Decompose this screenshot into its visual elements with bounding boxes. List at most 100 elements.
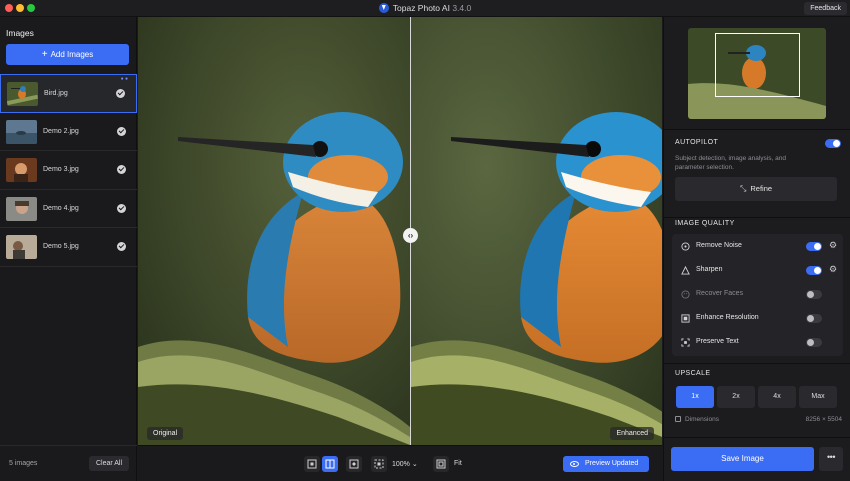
clear-all-button[interactable]: Clear All (89, 456, 129, 471)
title-bar: Topaz Photo AI 3.4.0 Feedback (0, 0, 850, 17)
single-view-icon (307, 459, 317, 469)
enhanced-pane: Enhanced (411, 17, 662, 445)
zoom-value: 100% (392, 461, 410, 468)
single-view-button[interactable] (304, 456, 320, 472)
sharpen-settings-gear-icon[interactable]: ⚙ (829, 264, 837, 275)
list-item-demo5[interactable]: Demo 5.jpg (0, 228, 137, 267)
dimensions-label: Dimensions (685, 416, 719, 423)
thumbnail-demo5 (6, 235, 37, 259)
canvas-toolbar: 100% ⌄ Fit Preview Updated (138, 445, 662, 481)
list-item-demo3[interactable]: Demo 3.jpg (0, 151, 137, 190)
remove-noise-row[interactable]: Remove Noise ⚙ (672, 234, 843, 258)
image-count: 5 images (9, 460, 38, 467)
compare-handle[interactable]: ‹› (403, 228, 418, 243)
split-view-icon (325, 459, 335, 469)
text-icon (681, 338, 690, 347)
processed-check-icon (117, 242, 126, 251)
remove-noise-settings-gear-icon[interactable]: ⚙ (829, 240, 837, 251)
image-canvas[interactable]: Original Enhanced ‹› (138, 17, 662, 445)
app-title: Topaz Photo AI 3.4.0 (0, 3, 850, 13)
preview-updated-button[interactable]: Preview Updated (563, 456, 649, 472)
original-image (138, 17, 410, 445)
autopilot-toggle[interactable] (825, 139, 841, 148)
upscale-2x-button[interactable]: 2x (717, 386, 755, 408)
original-label: Original (147, 427, 184, 440)
save-area: Save Image ••• (664, 437, 850, 481)
enhance-resolution-row[interactable]: Enhance Resolution (672, 306, 843, 330)
processed-check-icon (117, 126, 126, 136)
navigator-preview[interactable] (688, 28, 826, 119)
sharpen-toggle[interactable] (806, 266, 822, 275)
recover-faces-row[interactable]: Recover Faces (672, 282, 843, 306)
sidebar-footer: 5 images Clear All (0, 445, 137, 481)
upscale-4x-button[interactable]: 4x (758, 386, 796, 408)
fit-button[interactable] (433, 456, 449, 472)
thumbnail-demo4 (6, 196, 37, 221)
image-name: Demo 2.jpg (43, 127, 79, 135)
autopilot-section: AUTOPILOT Subject detection, image analy… (664, 129, 850, 217)
zoom-icon (374, 459, 384, 469)
remove-noise-toggle[interactable] (806, 242, 822, 251)
preview-label: Preview Updated (585, 460, 639, 467)
processed-check-icon (117, 165, 126, 174)
autopilot-description: Subject detection, image analysis, and p… (675, 155, 786, 171)
upscale-title: UPSCALE (675, 370, 711, 377)
enhance-resolution-label: Enhance Resolution (696, 314, 759, 321)
viewport-rectangle[interactable] (715, 33, 800, 97)
thumbnail-demo3 (6, 158, 37, 182)
face-icon (681, 290, 690, 299)
upscale-1x-button[interactable]: 1x (676, 386, 714, 408)
fit-icon (436, 459, 446, 469)
sharpen-label: Sharpen (696, 266, 723, 273)
autopilot-title: AUTOPILOT (675, 139, 719, 146)
list-item-demo4[interactable]: Demo 4.jpg (0, 190, 137, 228)
recover-faces-toggle[interactable] (806, 290, 822, 299)
dimensions-value: 8256 × 5504 (805, 416, 842, 423)
image-name: Demo 3.jpg (43, 166, 79, 173)
split-view-button[interactable] (322, 456, 338, 472)
app-version: 3.4.0 (452, 3, 472, 13)
image-quality-box: Remove Noise ⚙ Sharpen ⚙ Recover Faces E… (672, 234, 843, 356)
processed-check-icon (117, 203, 126, 213)
preserve-text-label: Preserve Text (696, 338, 739, 345)
thumbnail-bird (7, 82, 38, 106)
refine-icon: ⤡ (739, 184, 747, 193)
add-images-button[interactable]: + Add Images (6, 44, 129, 65)
preserve-text-row[interactable]: Preserve Text (672, 330, 843, 354)
upscale-max-button[interactable]: Max (799, 386, 837, 408)
processed-check-icon (116, 89, 125, 98)
image-quality-title: IMAGE QUALITY (675, 220, 735, 227)
refine-label: Refine (750, 184, 773, 193)
enhance-resolution-toggle[interactable] (806, 314, 822, 323)
noise-icon (681, 242, 690, 251)
drag-dots-icon: ● ● (120, 76, 128, 82)
remove-noise-label: Remove Noise (696, 242, 742, 249)
add-images-label: Add Images (50, 50, 94, 59)
enhanced-image (411, 17, 662, 445)
recover-faces-label: Recover Faces (696, 290, 744, 297)
more-options-button[interactable]: ••• (819, 447, 843, 471)
triangle-icon (681, 266, 690, 275)
list-item-bird[interactable]: ● ● Bird.jpg (0, 74, 137, 113)
feedback-button[interactable]: Feedback (804, 2, 847, 15)
sidebar-title: Images (6, 28, 34, 38)
resolution-icon (681, 314, 690, 323)
image-name: Demo 5.jpg (43, 243, 79, 250)
images-sidebar: Images + Add Images ● ● Bird.jpg Demo 2.j… (0, 17, 137, 481)
sharpen-row[interactable]: Sharpen ⚙ (672, 258, 843, 282)
list-item-demo2[interactable]: Demo 2.jpg (0, 113, 137, 151)
side-by-side-button[interactable] (346, 456, 362, 472)
fit-label[interactable]: Fit (454, 460, 462, 467)
settings-panel: AUTOPILOT Subject detection, image analy… (663, 17, 850, 481)
save-image-button[interactable]: Save Image (671, 447, 814, 471)
side-by-side-icon (349, 459, 359, 469)
original-pane: Original (138, 17, 410, 445)
preserve-text-toggle[interactable] (806, 338, 822, 347)
plus-icon: + (41, 49, 48, 60)
dimensions-row: Dimensions 8256 × 5504 (675, 416, 842, 426)
eye-icon (570, 461, 579, 467)
app-name: Topaz Photo AI (392, 3, 450, 13)
zoom-button[interactable] (371, 456, 387, 472)
zoom-dropdown[interactable]: 100% ⌄ (392, 460, 418, 468)
refine-button[interactable]: ⤡ Refine (675, 177, 837, 201)
